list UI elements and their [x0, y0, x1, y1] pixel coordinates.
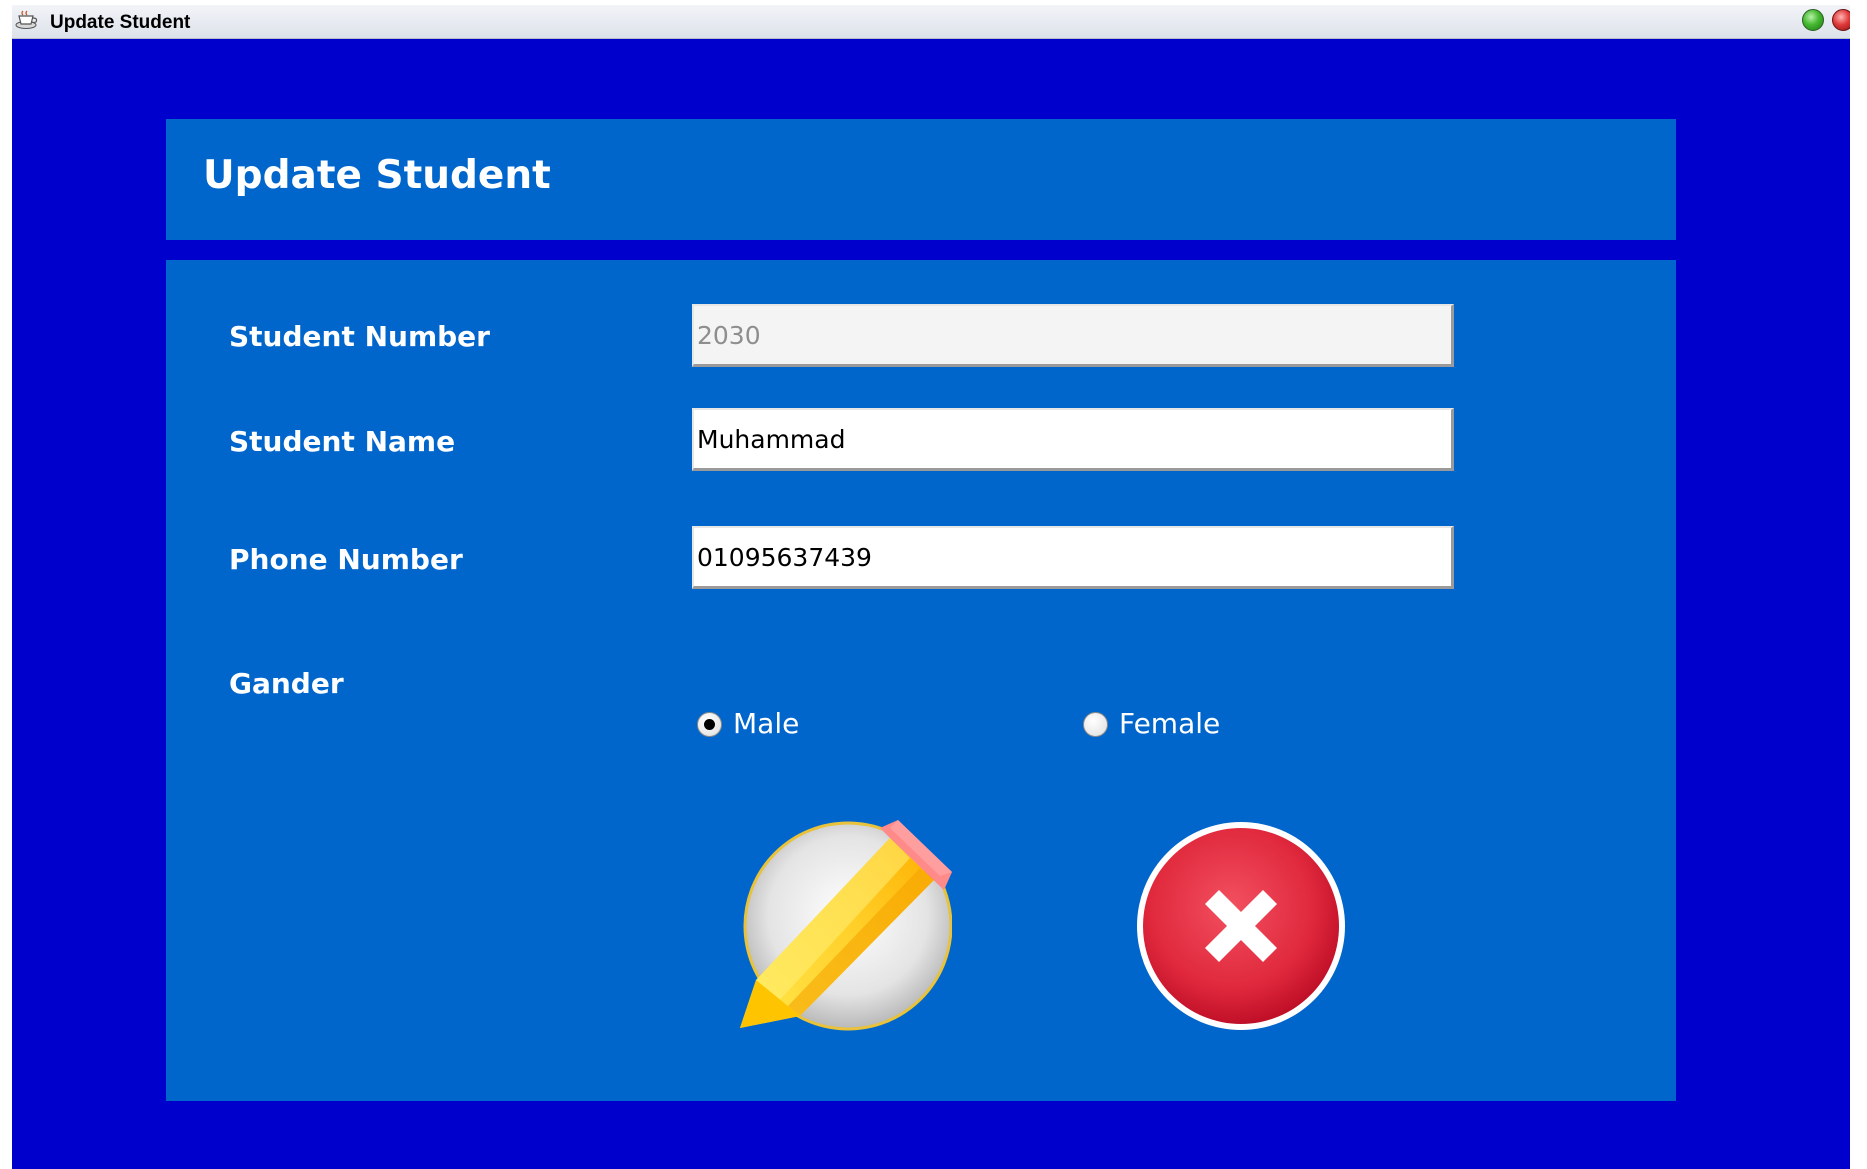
window-content: Update Student Student Number Student Na…	[12, 39, 1850, 1169]
close-window-button[interactable]	[1832, 9, 1850, 31]
minimize-button[interactable]	[1802, 9, 1824, 31]
close-x-icon	[1135, 820, 1347, 1032]
pencil-icon	[740, 820, 952, 1032]
radio-selected-dot	[704, 719, 715, 730]
student-number-label: Student Number	[229, 320, 490, 353]
student-name-label: Student Name	[229, 425, 456, 458]
update-button[interactable]	[740, 820, 952, 1032]
java-cup-icon	[14, 10, 40, 30]
phone-number-field[interactable]	[692, 526, 1454, 589]
header-panel: Update Student	[166, 119, 1676, 240]
male-radio-label[interactable]: Male	[733, 707, 799, 740]
window-title: Update Student	[50, 12, 191, 33]
student-name-field[interactable]	[692, 408, 1454, 471]
page-title: Update Student	[203, 153, 551, 198]
female-radio-label[interactable]: Female	[1119, 707, 1220, 740]
phone-number-label: Phone Number	[229, 543, 463, 576]
window-titlebar[interactable]: Update Student	[12, 5, 1850, 39]
student-number-field	[692, 304, 1454, 367]
form-panel: Student Number Student Name Phone Number…	[166, 260, 1676, 1101]
gender-label: Gander	[229, 667, 344, 700]
application-window: Update Student Update Student Student Nu…	[12, 5, 1850, 1169]
female-radio[interactable]	[1083, 712, 1108, 737]
cancel-button[interactable]	[1135, 820, 1347, 1032]
male-radio[interactable]	[697, 712, 722, 737]
